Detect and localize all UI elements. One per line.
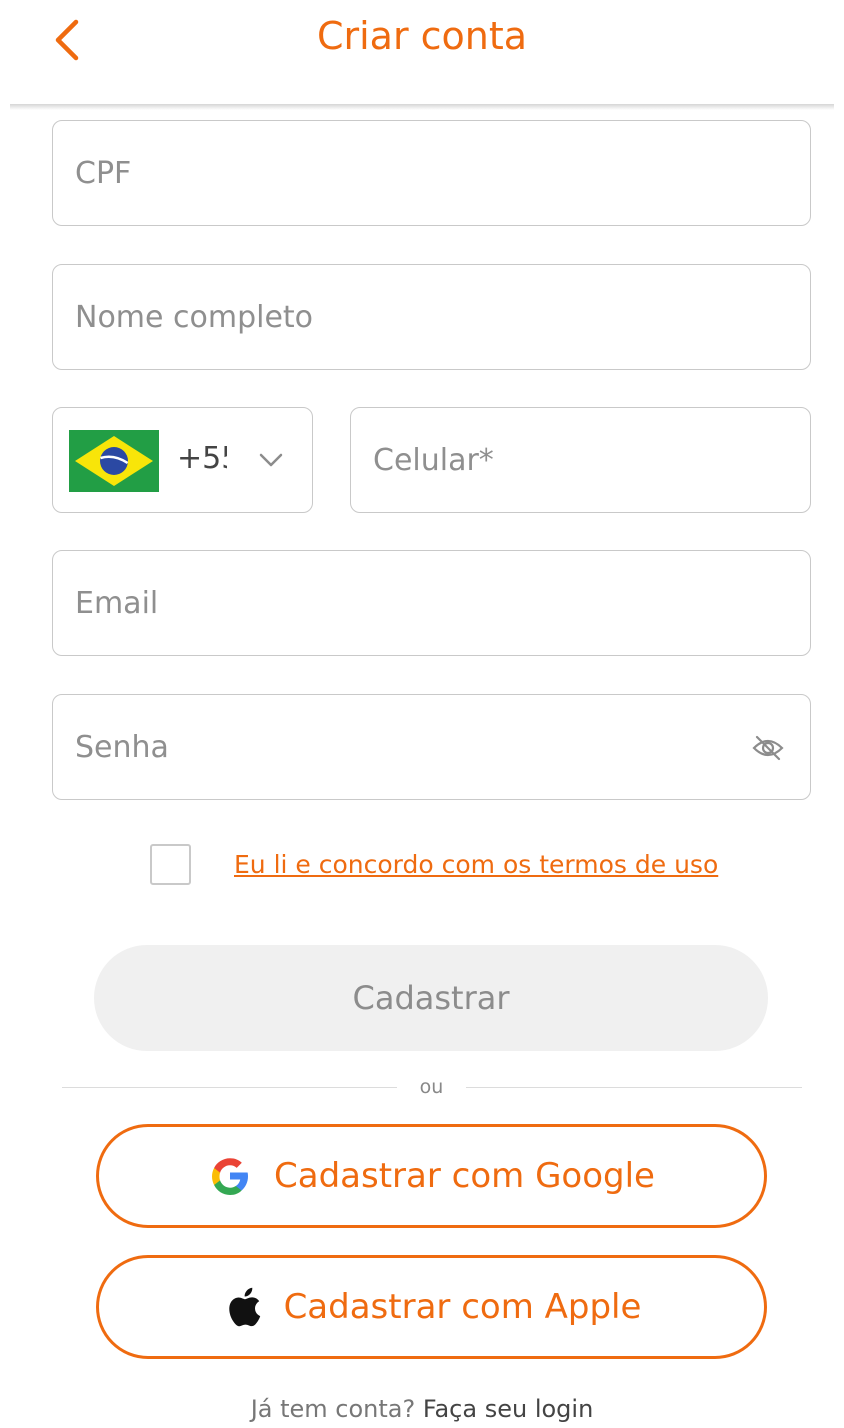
login-question: Já tem conta? bbox=[250, 1395, 416, 1423]
cpf-input[interactable] bbox=[75, 121, 740, 225]
login-prompt: Já tem conta? Faça seu login bbox=[0, 1395, 844, 1423]
login-link[interactable]: Faça seu login bbox=[423, 1395, 593, 1423]
full-name-input[interactable] bbox=[75, 265, 740, 369]
email-field[interactable] bbox=[52, 550, 811, 656]
terms-checkbox[interactable] bbox=[150, 843, 191, 885]
google-icon bbox=[212, 1158, 249, 1195]
google-signup-label: Cadastrar com Google bbox=[274, 1156, 655, 1196]
terms-row: Eu li e concordo com os termos de uso bbox=[150, 843, 718, 885]
submit-button[interactable]: Cadastrar bbox=[94, 945, 768, 1051]
google-signup-button[interactable]: Cadastrar com Google bbox=[96, 1124, 767, 1228]
phone-field[interactable] bbox=[350, 407, 811, 513]
divider-line-right bbox=[466, 1087, 802, 1088]
brazil-flag-icon bbox=[69, 430, 159, 492]
full-name-field[interactable] bbox=[52, 264, 811, 370]
apple-icon bbox=[228, 1287, 260, 1327]
cpf-field[interactable] bbox=[52, 120, 811, 226]
divider-line-left bbox=[62, 1087, 397, 1088]
country-code-select[interactable]: +55 bbox=[52, 407, 313, 513]
page-title: Criar conta bbox=[316, 14, 528, 58]
divider-text: ou bbox=[419, 1076, 444, 1098]
chevron-down-icon bbox=[259, 453, 283, 467]
password-input[interactable] bbox=[75, 695, 740, 799]
apple-signup-button[interactable]: Cadastrar com Apple bbox=[96, 1255, 767, 1359]
terms-link[interactable]: Eu li e concordo com os termos de uso bbox=[234, 850, 718, 879]
email-input[interactable] bbox=[75, 551, 740, 655]
header: Criar conta bbox=[0, 0, 844, 108]
phone-input[interactable] bbox=[373, 408, 740, 512]
country-code-label: +55 bbox=[177, 441, 227, 476]
header-divider bbox=[10, 104, 834, 110]
eye-off-icon[interactable] bbox=[750, 730, 786, 766]
password-field[interactable] bbox=[52, 694, 811, 800]
apple-signup-label: Cadastrar com Apple bbox=[283, 1287, 642, 1327]
